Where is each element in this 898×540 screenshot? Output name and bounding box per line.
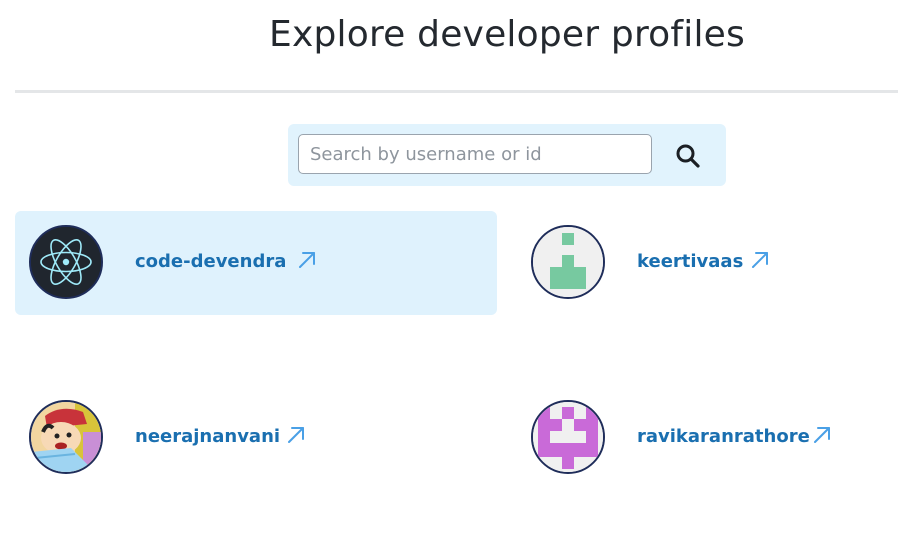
identicon-green-avatar xyxy=(531,225,605,299)
profile-card[interactable]: keertivaas xyxy=(517,211,898,315)
page-title: Explore developer profiles xyxy=(269,14,745,55)
profile-card[interactable]: neerajnanvani xyxy=(15,386,497,490)
external-link-icon[interactable] xyxy=(811,424,833,446)
header-divider xyxy=(15,90,898,93)
profile-username-link[interactable]: ravikaranrathore xyxy=(637,426,810,447)
profile-card[interactable]: ravikaranrathore xyxy=(517,386,898,490)
cartoon-character-avatar xyxy=(29,400,103,474)
search-bar xyxy=(288,124,726,186)
external-link-icon[interactable] xyxy=(749,249,771,271)
explore-page: Explore developer profiles code-devendr xyxy=(0,0,898,540)
identicon-purple-avatar xyxy=(531,400,605,474)
search-button[interactable] xyxy=(666,138,710,174)
external-link-icon[interactable] xyxy=(296,249,318,271)
electron-logo-avatar xyxy=(29,225,103,299)
profile-username-link[interactable]: neerajnanvani xyxy=(135,426,280,447)
profile-username-link[interactable]: code-devendra xyxy=(135,251,286,272)
external-link-icon[interactable] xyxy=(285,424,307,446)
search-input[interactable] xyxy=(298,134,652,174)
search-icon xyxy=(676,144,700,168)
profile-card[interactable]: code-devendra xyxy=(15,211,497,315)
profile-username-link[interactable]: keertivaas xyxy=(637,251,743,272)
